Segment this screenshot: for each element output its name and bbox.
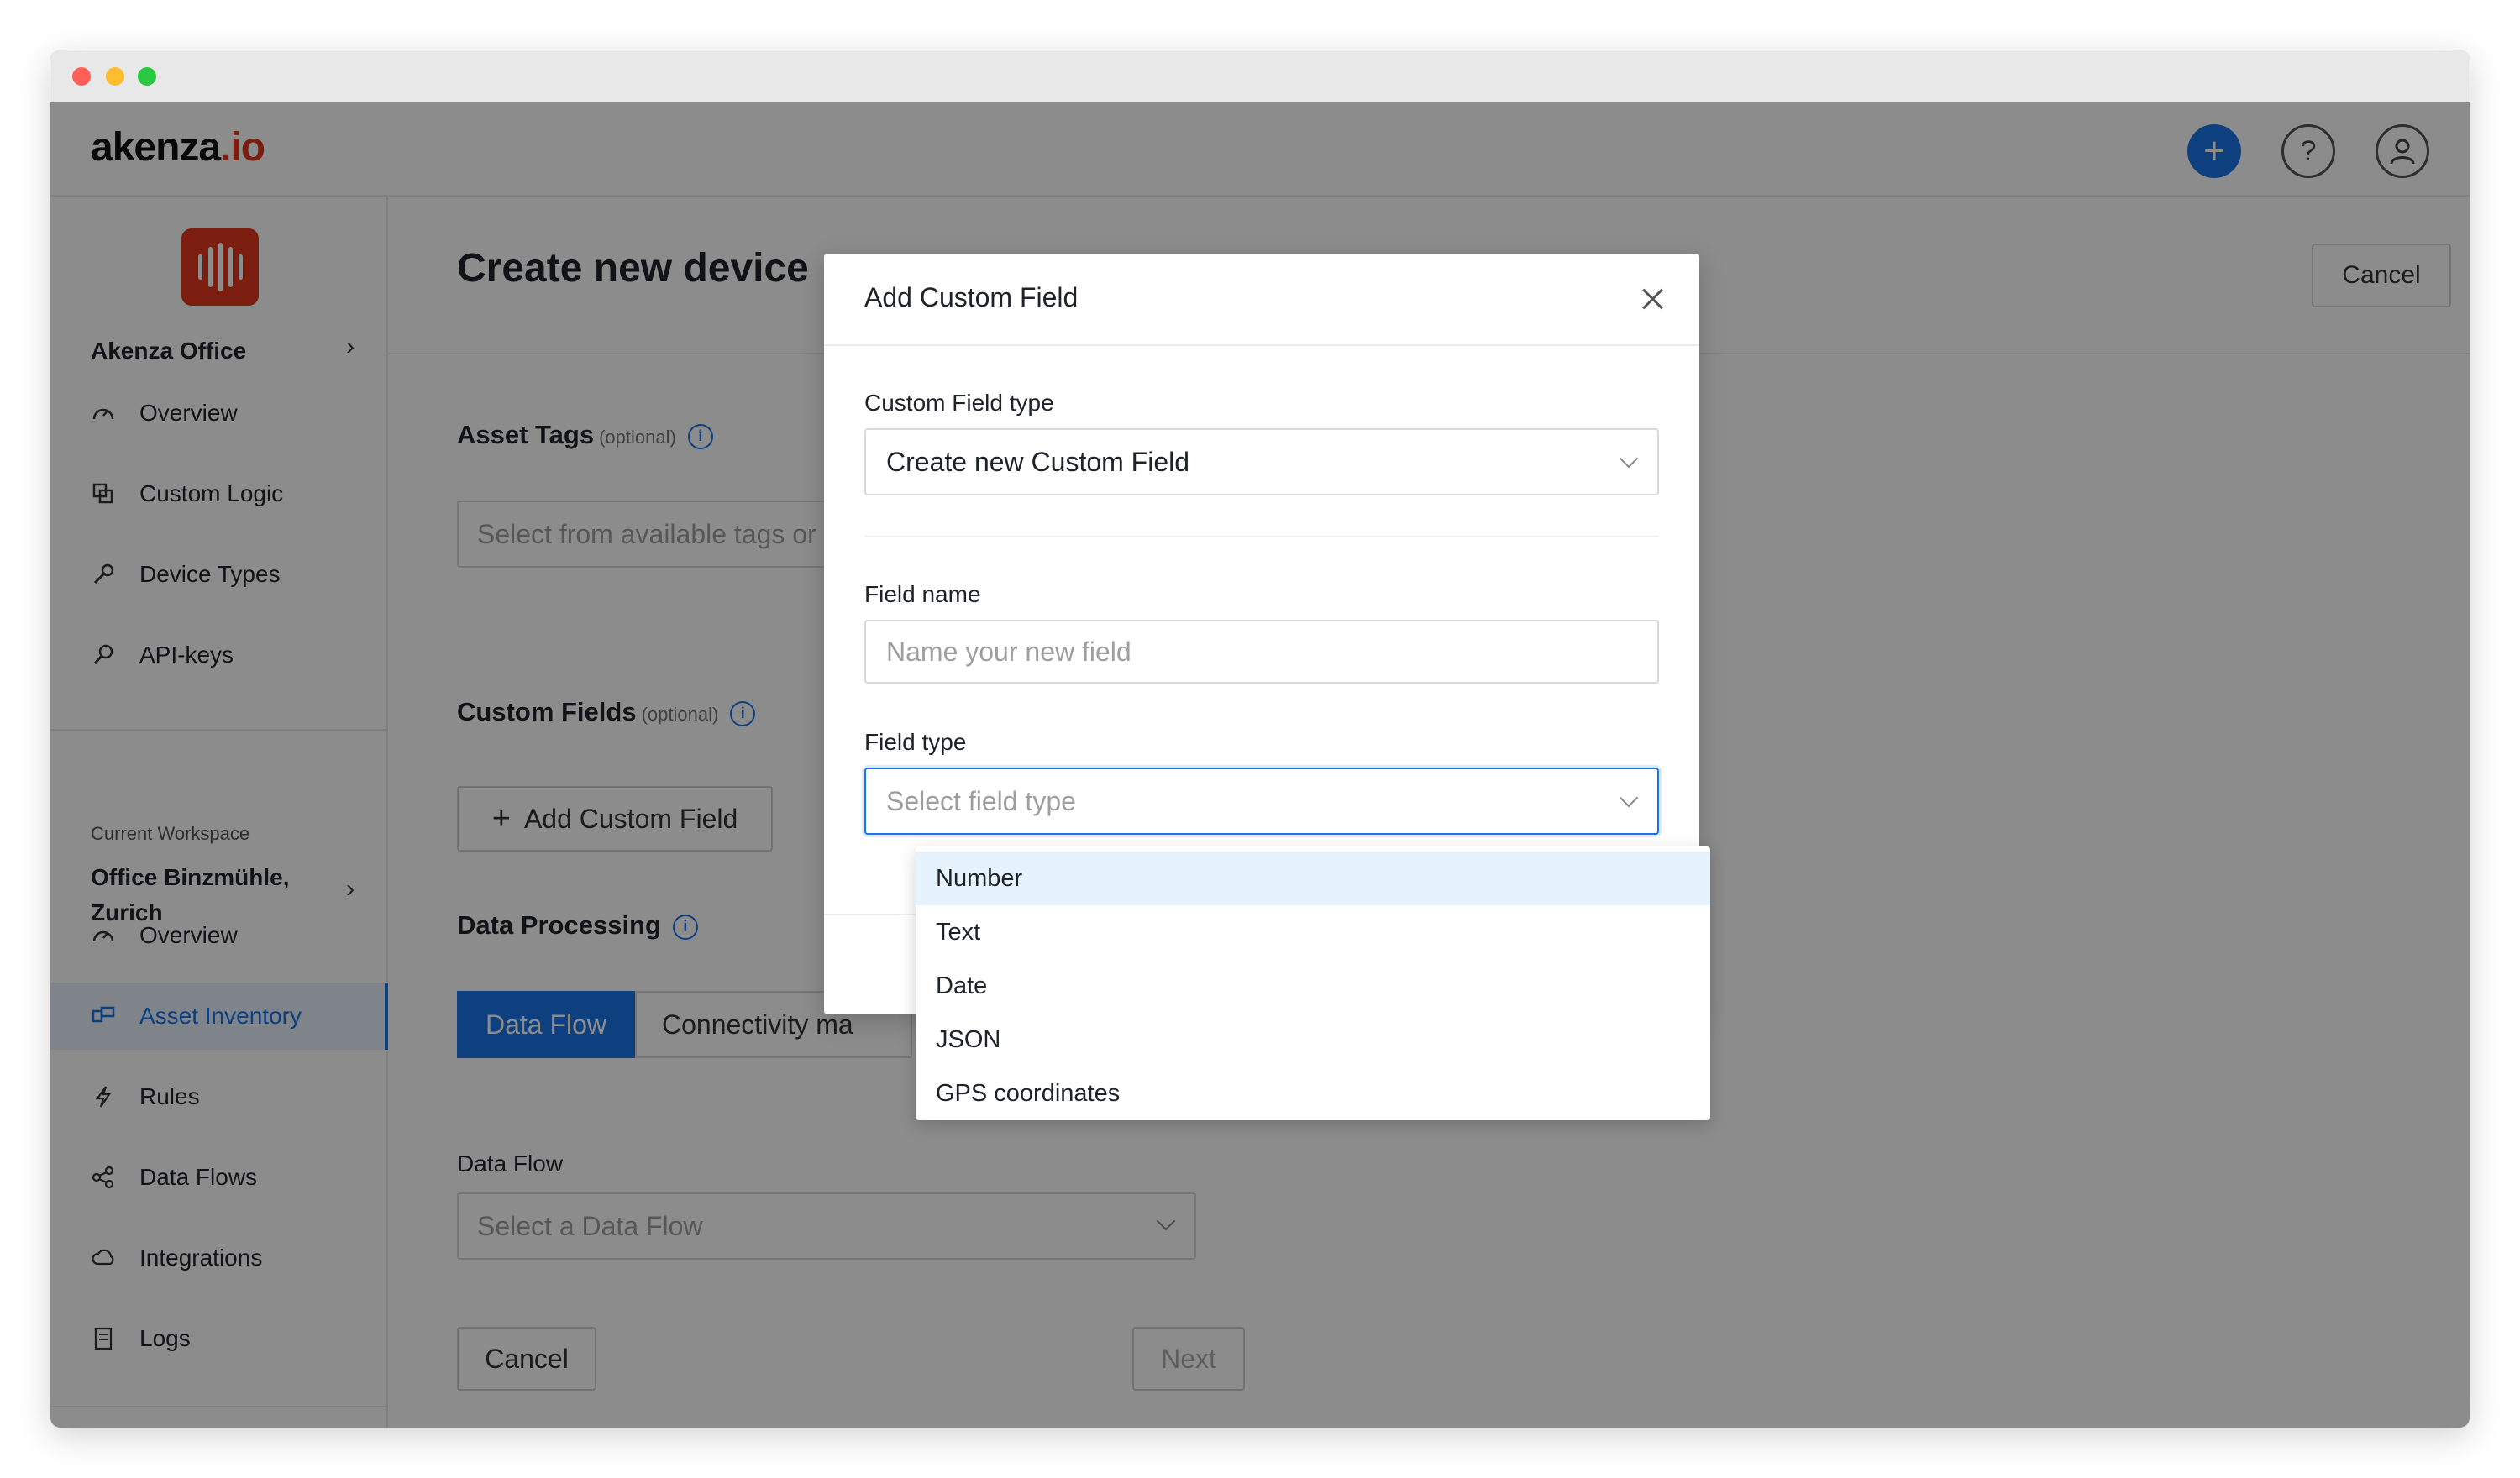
option-number[interactable]: Number <box>916 852 1710 905</box>
field-type-select[interactable]: Select field type <box>864 768 1659 835</box>
modal-divider <box>864 536 1659 537</box>
modal-title: Add Custom Field <box>864 282 1079 312</box>
field-type-dropdown: Number Text Date JSON GPS coordinates <box>916 846 1710 1120</box>
custom-field-type-label: Custom Field type <box>864 390 1054 416</box>
option-json[interactable]: JSON <box>916 1013 1710 1067</box>
select-placeholder: Select field type <box>886 785 1076 816</box>
minimize-window-button[interactable] <box>106 67 124 86</box>
select-value: Create new Custom Field <box>886 446 1190 477</box>
field-name-label: Field name <box>864 581 981 607</box>
browser-window: akenza.io + ? Akenza Office › Overview C… <box>50 50 2470 1428</box>
app: akenza.io + ? Akenza Office › Overview C… <box>50 102 2470 1428</box>
input-placeholder: Name your new field <box>886 636 1131 667</box>
close-window-button[interactable] <box>72 67 91 86</box>
maximize-window-button[interactable] <box>138 67 156 86</box>
close-icon[interactable] <box>1635 282 1669 316</box>
field-name-input[interactable]: Name your new field <box>864 620 1659 684</box>
option-text[interactable]: Text <box>916 905 1710 959</box>
custom-field-type-select[interactable]: Create new Custom Field <box>864 428 1659 495</box>
option-date[interactable]: Date <box>916 959 1710 1013</box>
chevron-down-icon <box>1619 448 1639 469</box>
window-titlebar <box>50 50 2470 102</box>
modal-header: Add Custom Field <box>824 254 1699 346</box>
chevron-down-icon <box>1619 788 1639 808</box>
option-gps-coordinates[interactable]: GPS coordinates <box>916 1067 1710 1120</box>
field-type-label: Field type <box>864 729 967 755</box>
